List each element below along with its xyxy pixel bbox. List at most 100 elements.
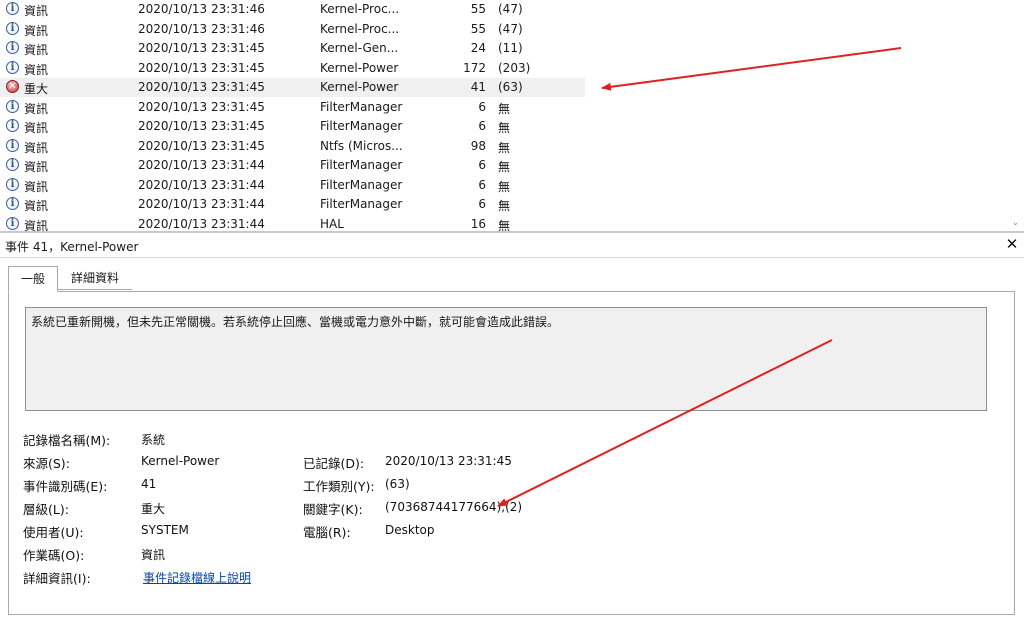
scroll-down-arrow-icon[interactable]: ⌄ [1011, 219, 1020, 228]
event-row[interactable]: i 資訊 2020/10/13 23:31:46 Kernel-Proc... 55 (4… [0, 20, 585, 39]
level-label: 層級(L): [23, 502, 69, 517]
event-source: FilterManager [320, 99, 403, 114]
task-category-label: 工作類別(Y): [303, 479, 375, 494]
event-source: HAL [320, 216, 344, 231]
event-row[interactable]: i 資訊 2020/10/13 23:31:45 Ntfs (Micros... 98 無 [0, 137, 585, 156]
event-task-category: (11) [498, 41, 523, 55]
tab-general[interactable]: 一般 [8, 266, 58, 292]
event-source: Kernel-Power [320, 80, 399, 94]
event-task-category: (47) [498, 2, 523, 16]
opcode-value: 資訊 [141, 548, 166, 562]
event-row[interactable]: ✕ 重大 2020/10/13 23:31:45 Kernel-Power 41 (63) [0, 78, 585, 97]
event-level: 資訊 [24, 140, 49, 155]
general-tab-panel: 系統已重新開機，但未先正常關機。若系統停止回應、當機或電力意外中斷，就可能會造成… [8, 291, 1015, 615]
event-list[interactable]: i 資訊 2020/10/13 23:31:46 Kernel-Proc... 55 (4… [0, 0, 1024, 231]
event-source: Kernel-Power [320, 60, 399, 75]
source-value: Kernel-Power [141, 454, 220, 468]
info-icon: i [6, 138, 19, 152]
event-id: 6 [478, 177, 486, 192]
info-icon: i [6, 119, 19, 132]
event-row[interactable]: i 資訊 2020/10/13 23:31:44 HAL 16 無 [0, 215, 585, 232]
event-level: 資訊 [24, 23, 49, 38]
event-id: 98 [470, 138, 486, 153]
task-category-value: (63) [385, 477, 410, 491]
event-source: Kernel-Proc... [320, 21, 400, 36]
event-task-category: 無 [498, 121, 511, 135]
event-task-category: 無 [498, 218, 511, 232]
event-date: 2020/10/13 23:31:44 [138, 197, 265, 211]
event-task-category: 無 [498, 179, 511, 194]
event-task-category: 無 [498, 160, 511, 174]
event-source: FilterManager [320, 177, 403, 192]
info-icon: i [6, 216, 19, 230]
event-date: 2020/10/13 23:31:44 [138, 216, 265, 231]
event-row[interactable]: i 資訊 2020/10/13 23:31:45 FilterManager 6 無 [0, 98, 585, 117]
opcode-label: 作業碼(O): [23, 548, 85, 563]
info-icon: i [6, 197, 19, 210]
event-date: 2020/10/13 23:31:45 [138, 119, 265, 133]
list-scrollbar[interactable]: ⌄ [1007, 0, 1024, 231]
event-id-value: 41 [141, 477, 157, 491]
tab-strip: 一般 詳細資料 [0, 266, 1024, 292]
event-task-category: 無 [498, 140, 511, 155]
event-date: 2020/10/13 23:31:44 [138, 158, 265, 172]
event-source: Kernel-Proc... [320, 2, 400, 16]
event-level: 重大 [24, 82, 49, 96]
event-source: FilterManager [320, 158, 403, 172]
user-value: SYSTEM [141, 523, 189, 537]
close-icon[interactable]: ✕ [1004, 235, 1020, 253]
detail-title: 事件 41，Kernel-Power [5, 240, 139, 254]
description-box[interactable]: 系統已重新開機，但未先正常關機。若系統停止回應、當機或電力意外中斷，就可能會造成… [25, 307, 987, 411]
computer-label: 電腦(R): [303, 525, 351, 540]
event-date: 2020/10/13 23:31:45 [138, 138, 265, 153]
info-icon: i [6, 41, 19, 54]
detail-header: 事件 41，Kernel-Power ✕ [0, 233, 1024, 258]
event-row[interactable]: i 資訊 2020/10/13 23:31:45 Kernel-Gen... 24 (11… [0, 39, 585, 58]
event-level: 資訊 [24, 62, 49, 77]
event-level: 資訊 [24, 121, 49, 135]
event-task-category: 無 [498, 101, 511, 116]
event-id: 172 [463, 60, 486, 75]
event-level: 資訊 [24, 199, 49, 213]
event-date: 2020/10/13 23:31:45 [138, 60, 265, 75]
event-id: 16 [470, 216, 486, 231]
event-date: 2020/10/13 23:31:45 [138, 80, 265, 94]
log-name-label: 記錄檔名稱(M): [23, 433, 111, 448]
event-row[interactable]: i 資訊 2020/10/13 23:31:44 FilterManager 6 無 [0, 195, 585, 214]
critical-icon: ✕ [6, 80, 19, 93]
event-level: 資訊 [24, 160, 49, 174]
event-detail-pane: 事件 41，Kernel-Power ✕ 一般 詳細資料 系統已重新開機，但未先… [0, 231, 1024, 622]
keywords-label: 關鍵字(K): [303, 502, 363, 517]
event-row[interactable]: i 資訊 2020/10/13 23:31:44 FilterManager 6 無 [0, 176, 585, 195]
event-id: 6 [478, 99, 486, 114]
tab-details[interactable]: 詳細資料 [58, 266, 132, 290]
info-icon: i [6, 99, 19, 113]
info-icon: i [6, 60, 19, 74]
event-id-label: 事件識別碼(E): [23, 479, 108, 494]
logged-label: 已記錄(D): [303, 456, 365, 471]
event-source: FilterManager [320, 197, 403, 211]
event-row[interactable]: i 資訊 2020/10/13 23:31:44 FilterManager 6 無 [0, 156, 585, 175]
level-value: 重大 [141, 502, 166, 516]
event-source: Ntfs (Micros... [320, 138, 403, 153]
event-level: 資訊 [24, 218, 49, 232]
event-task-category: 無 [498, 199, 511, 213]
event-level: 資訊 [24, 101, 49, 116]
event-task-category: (203) [498, 60, 531, 75]
event-source: Kernel-Gen... [320, 41, 399, 55]
log-name-value: 系統 [141, 433, 166, 447]
info-icon: i [6, 177, 19, 191]
event-id: 55 [470, 21, 486, 36]
event-row[interactable]: i 資訊 2020/10/13 23:31:46 Kernel-Proc... 55 (4… [0, 0, 585, 19]
event-row[interactable]: i 資訊 2020/10/13 23:31:45 FilterManager 6 無 [0, 117, 585, 136]
logged-value: 2020/10/13 23:31:45 [385, 454, 512, 468]
info-icon: i [6, 21, 19, 35]
computer-value: Desktop [385, 523, 435, 537]
info-icon: i [6, 2, 19, 15]
user-label: 使用者(U): [23, 525, 84, 540]
event-task-category: (47) [498, 21, 523, 36]
event-date: 2020/10/13 23:31:44 [138, 177, 265, 192]
event-row[interactable]: i 資訊 2020/10/13 23:31:45 Kernel-Power 172 (20… [0, 59, 585, 78]
more-info-link[interactable]: 事件記錄檔線上說明 [143, 569, 251, 586]
event-date: 2020/10/13 23:31:45 [138, 99, 265, 114]
